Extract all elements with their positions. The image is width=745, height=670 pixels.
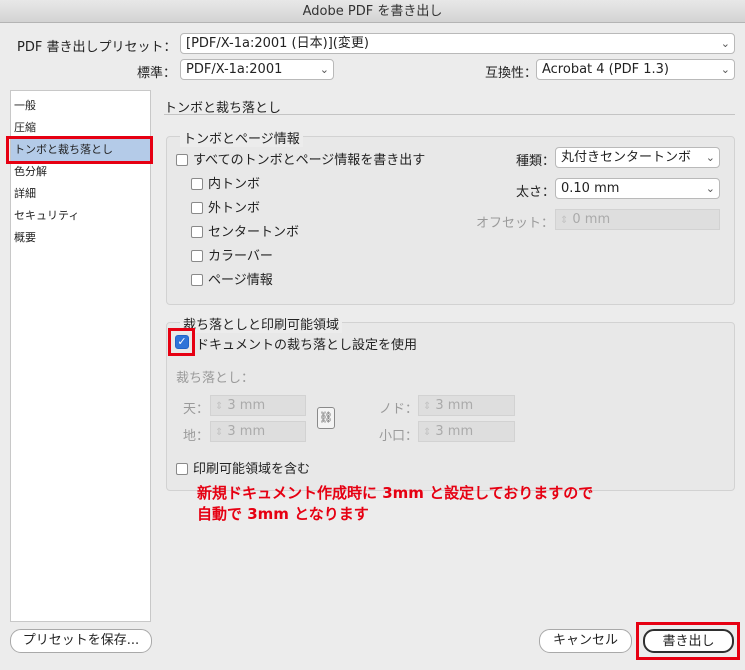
sidebar: 一般 圧縮 トンボと裁ち落とし 色分解 詳細 セキュリティ 概要 [10,90,151,622]
bleed-inside-label: ノド： [379,402,419,417]
bleed-bottom-label: 地： [183,429,210,444]
mark-type-value: 丸付きセンタートンボ [561,150,692,165]
annotation-note-line1: 新規ドキュメント作成時に 3mm と設定しておりますので [197,484,594,502]
checkbox-icon [191,201,203,214]
chevron-down-icon: ⌄ [319,63,329,76]
checkbox-icon [191,177,203,190]
bleed-marks-label: 外トンボ [208,201,261,216]
bleed-label: 裁ち落とし： [176,371,255,386]
compatibility-value: Acrobat 4 (PDF 1.3) [542,62,669,77]
use-doc-bleed-label: ドキュメントの裁ち落とし設定を使用 [196,338,418,353]
standard-value: PDF/X-1a:2001 [186,62,283,77]
stepper-icon: ⇕ [423,401,432,412]
standard-select[interactable]: PDF/X-1a:2001 ⌄ [180,59,334,80]
page-info-label: ページ情報 [208,273,273,288]
section-divider [164,114,735,115]
mark-weight-select[interactable]: 0.10 mm ⌄ [555,178,720,199]
bleed-bottom-field[interactable]: ⇕ 3 mm [210,421,306,442]
checkbox-icon [191,249,203,262]
bleed-top-field[interactable]: ⇕ 3 mm [210,395,306,416]
save-preset-button[interactable]: プリセットを保存... [10,629,152,653]
stepper-icon: ⇕ [215,401,224,412]
mark-type-select[interactable]: 丸付きセンタートンボ ⌄ [555,147,720,168]
bleed-outside-value: 3 mm [435,424,474,439]
bleed-inside-value: 3 mm [435,398,474,413]
window-title: Adobe PDF を書き出し [0,0,745,23]
chevron-down-icon: ⌄ [720,63,730,76]
chain-link-icon[interactable]: ⛓ [317,407,335,429]
sidebar-item-general[interactable]: 一般 [11,95,150,117]
annotation-note-line2: 自動で 3mm となります [197,505,369,523]
marks-legend: トンボとページ情報 [180,128,303,147]
bleed-outside-label: 小口： [379,429,419,444]
mark-weight-value: 0.10 mm [561,181,620,196]
highlight-sidebar-selection [6,136,153,164]
bleed-inside-field[interactable]: ⇕ 3 mm [418,395,515,416]
stepper-icon: ⇕ [215,427,224,438]
compatibility-select[interactable]: Acrobat 4 (PDF 1.3) ⌄ [536,59,735,80]
offset-label: オフセット： [476,216,555,231]
cancel-button[interactable]: キャンセル [539,629,632,653]
chevron-down-icon: ⌄ [720,37,730,50]
mark-type-label: 種類： [516,154,556,169]
page-info-checkbox[interactable]: ページ情報 [191,269,273,288]
highlight-checkbox [168,328,195,356]
bleed-legend: 裁ち落としと印刷可能領域 [180,314,343,333]
compatibility-label: 互換性： [485,66,538,81]
chevron-down-icon: ⌄ [705,151,715,164]
sidebar-item-output[interactable]: 色分解 [11,161,150,183]
preset-label: PDF 書き出しプリセット： [17,40,177,55]
preset-select[interactable]: [PDF/X-1a:2001 (日本)](変更) ⌄ [180,33,735,54]
chevron-down-icon: ⌄ [705,182,715,195]
bleed-top-value: 3 mm [227,398,266,413]
color-bars-label: カラーバー [208,249,273,264]
checkbox-icon [176,462,188,475]
stepper-icon: ⇕ [560,215,569,226]
offset-field[interactable]: ⇕ 0 mm [555,209,720,230]
mark-weight-label: 太さ： [516,185,556,200]
include-slug-label: 印刷可能領域を含む [193,462,311,477]
checkbox-icon [176,153,188,166]
preset-value: [PDF/X-1a:2001 (日本)](変更) [186,36,369,51]
bleed-bottom-value: 3 mm [227,424,266,439]
highlight-export-button [636,622,740,660]
registration-marks-checkbox[interactable]: センタートンボ [191,221,299,240]
standard-label: 標準： [137,66,177,81]
color-bars-checkbox[interactable]: カラーバー [191,245,273,264]
all-marks-label: すべてのトンボとページ情報を書き出す [193,153,426,168]
stepper-icon: ⇕ [423,427,432,438]
checkbox-icon [191,273,203,286]
include-slug-checkbox[interactable]: 印刷可能領域を含む [176,458,310,477]
bleed-outside-field[interactable]: ⇕ 3 mm [418,421,515,442]
bleed-top-label: 天： [183,402,210,417]
all-marks-checkbox[interactable]: すべてのトンボとページ情報を書き出す [176,149,425,168]
sidebar-item-summary[interactable]: 概要 [11,227,150,249]
crop-marks-label: 内トンボ [208,177,261,192]
registration-marks-label: センタートンボ [208,225,300,240]
bleed-marks-checkbox[interactable]: 外トンボ [191,197,260,216]
sidebar-item-security[interactable]: セキュリティ [11,205,150,227]
checkbox-icon [191,225,203,238]
sidebar-item-advanced[interactable]: 詳細 [11,183,150,205]
crop-marks-checkbox[interactable]: 内トンボ [191,173,260,192]
offset-value: 0 mm [572,212,611,227]
